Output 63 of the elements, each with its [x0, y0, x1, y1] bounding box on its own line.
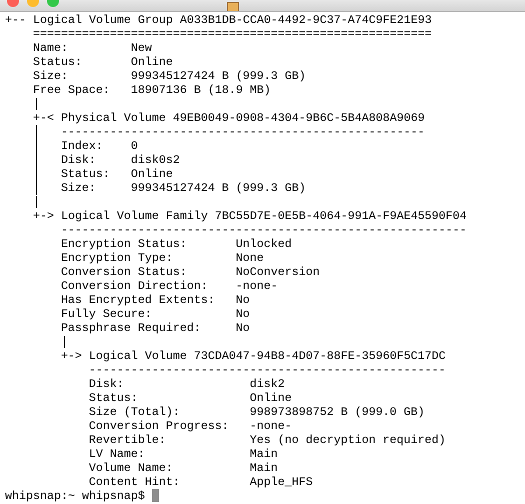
tree-line: [64, 336, 65, 348]
field-value: Online: [250, 391, 292, 405]
field-value: Main: [250, 447, 278, 461]
field-label: Fully Secure:: [60, 307, 153, 321]
field-value: 999345127424 B (999.3 GB): [130, 69, 306, 83]
field-label: Size:: [32, 69, 69, 83]
field-label: Status:: [88, 391, 139, 405]
field-label: Status:: [60, 167, 111, 181]
section-header: Logical Volume Family 7BC55D7E-0E5B-4064-991A-F9AE45590F04: [60, 209, 467, 223]
shell-prompt: whipsnap:~ whipsnap$: [5, 489, 145, 503]
tree-line: [36, 98, 37, 110]
field-label: Encryption Type:: [60, 251, 174, 265]
tree-branch: +->: [60, 349, 82, 363]
field-label: Disk:: [60, 153, 97, 167]
field-label: Conversion Direction:: [60, 279, 209, 293]
field-label: Has Encrypted Extents:: [60, 293, 216, 307]
field-value: NoConversion: [236, 265, 320, 279]
field-label: LV Name:: [88, 447, 146, 461]
header-rule: ----------------------------------------------------------: [60, 223, 467, 237]
field-label: Size (Total):: [88, 405, 181, 419]
field-label: Conversion Status:: [60, 265, 188, 279]
field-value: -none-: [250, 419, 292, 433]
section-header: Logical Volume Group A033B1DB-CCA0-4492-9C37-A74C9FE21E93: [32, 13, 432, 27]
field-value: Yes (no decryption required): [250, 433, 446, 447]
field-label: Content Hint:: [88, 475, 181, 489]
field-label: Index:: [60, 139, 104, 153]
field-value: No: [236, 307, 250, 321]
field-value: No: [236, 293, 250, 307]
header-rule: ----------------------------------------------------: [60, 125, 425, 139]
field-value: Apple_HFS: [250, 475, 313, 489]
text-cursor: [152, 489, 159, 502]
section-header: Physical Volume 49EB0049-0908-4304-9B6C-5B4A808A9069: [60, 111, 425, 125]
field-label: Passphrase Required:: [60, 321, 202, 335]
field-label: Size:: [60, 181, 97, 195]
field-value: 998973898752 B (999.0 GB): [250, 405, 425, 419]
tree-branch: +->: [32, 209, 54, 223]
field-label: Disk:: [88, 377, 125, 391]
field-label: Conversion Progress:: [88, 419, 230, 433]
field-value: No: [236, 321, 250, 335]
header-rule: ---------------------------------------------------: [88, 363, 446, 377]
field-value: disk0s2: [130, 153, 180, 167]
field-value: Online: [130, 55, 173, 69]
field-label: Status:: [32, 55, 83, 69]
field-value: 0: [130, 139, 138, 153]
tree-branch: +--: [5, 13, 26, 27]
field-value: None: [236, 251, 264, 265]
field-value: disk2: [250, 377, 285, 391]
field-value: 18907136 B (18.9 MB): [130, 83, 271, 97]
field-value: -none-: [236, 279, 278, 293]
field-value: Unlocked: [236, 237, 292, 251]
field-value: New: [130, 41, 152, 55]
tree-branch: +-<: [32, 111, 54, 125]
section-header: Logical Volume 73CDA047-94B8-4D07-88FE-35960F5C17DC: [88, 349, 446, 363]
folder-icon[interactable]: [227, 2, 239, 11]
field-label: Free Space:: [32, 83, 111, 97]
header-rule: =========================================================: [32, 27, 432, 41]
field-value: Main: [250, 461, 278, 475]
field-label: Revertible:: [88, 433, 167, 447]
field-label: Encryption Status:: [60, 237, 188, 251]
field-value: 999345127424 B (999.3 GB): [130, 181, 306, 195]
field-label: Volume Name:: [88, 461, 174, 475]
field-value: Online: [130, 167, 173, 181]
field-label: Name:: [32, 41, 69, 55]
